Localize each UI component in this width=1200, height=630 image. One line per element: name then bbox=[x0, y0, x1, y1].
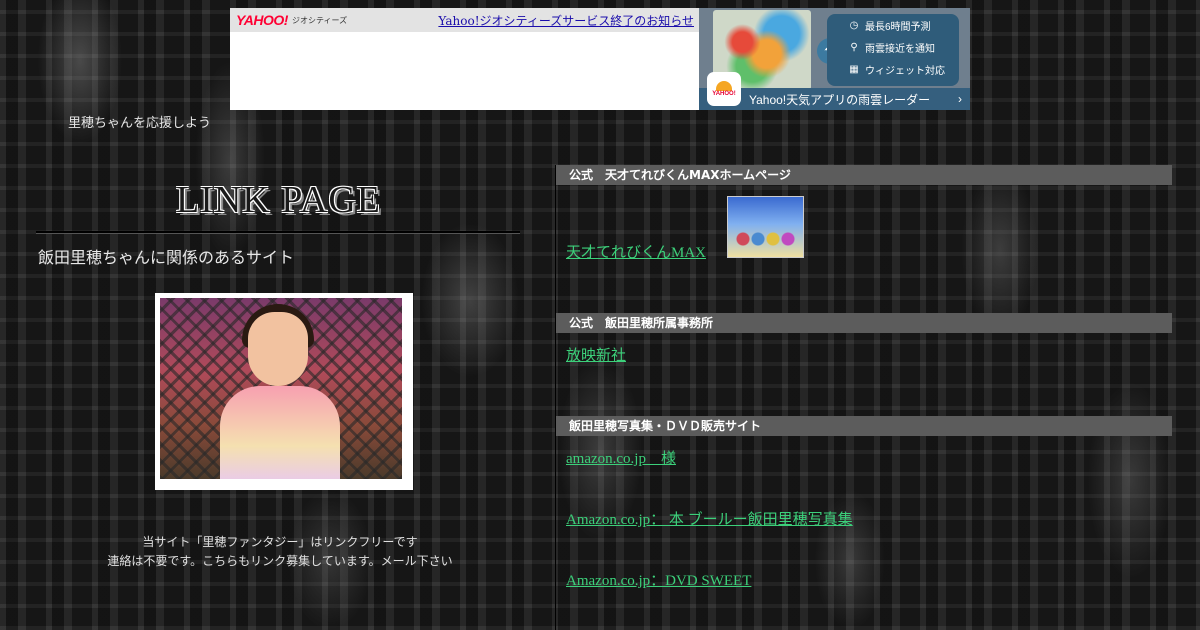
ad-feature-label: 雨雲接近を通知 bbox=[865, 43, 935, 55]
link-free-line-1: 当サイト「里穂ファンタジー」はリンクフリーです bbox=[142, 535, 418, 549]
ad-footer-label: Yahoo!天気アプリの雨雲レーダー bbox=[749, 92, 931, 107]
ad-feature-label: ウィジェット対応 bbox=[865, 65, 945, 77]
link-tensai-terebi-max[interactable]: 天才てれびくんMAX bbox=[566, 241, 706, 262]
link-amazon-dvd[interactable]: Amazon.co.jp：DVD SWEET bbox=[566, 569, 751, 590]
ad-feature-row: ▦ ウィジェット対応 bbox=[827, 58, 959, 80]
link-amazon[interactable]: amazon.co.jp 様 bbox=[566, 447, 676, 468]
pin-icon: ⚲ bbox=[850, 41, 858, 53]
banner-bar: YAHOO! ジオシティーズ Yahoo!ジオシティーズサービス終了のお知らせ bbox=[230, 8, 700, 32]
section-header-shop: 飯田里穂写真集・ＤＶＤ販売サイト bbox=[556, 416, 1172, 436]
ad-feature-row: ◷ 最長6時間予測 bbox=[827, 14, 959, 36]
ad-feature-panel: ◷ 最長6時間予測 ⚲ 雨雲接近を通知 ▦ ウィジェット対応 bbox=[827, 14, 959, 86]
yahoo-logo-text: YAHOO! bbox=[236, 12, 288, 28]
geocities-logo-text: ジオシティーズ bbox=[291, 15, 348, 25]
link-amazon-photobook[interactable]: Amazon.co.jp： 本 ブールー飯田里穂写真集 bbox=[566, 508, 853, 529]
weather-app-ad[interactable]: ☂ ◷ 最長6時間予測 ⚲ 雨雲接近を通知 ▦ ウィジェット対応 Yahoo!天… bbox=[699, 8, 970, 110]
geocities-banner: YAHOO! ジオシティーズ Yahoo!ジオシティーズサービス終了のお知らせ bbox=[230, 8, 700, 110]
link-agency[interactable]: 放映新社 bbox=[566, 344, 626, 365]
site-tagline: 里穂ちゃんを応援しよう bbox=[68, 116, 212, 131]
photo-image bbox=[160, 298, 402, 479]
chevron-right-icon: › bbox=[958, 92, 962, 106]
profile-photo bbox=[155, 293, 413, 490]
link-free-notice: 当サイト「里穂ファンタジー」はリンクフリーです 連絡は不要です。こちらもリンク募… bbox=[80, 533, 480, 571]
clock-icon: ◷ bbox=[849, 19, 859, 31]
section-header-agency: 公式 飯田里穂所属事務所 bbox=[556, 313, 1172, 333]
photo-body bbox=[220, 386, 340, 479]
page-title: LINK PAGE bbox=[176, 179, 381, 221]
link-free-line-2: 連絡は不要です。こちらもリンク募集しています。メール下さい bbox=[107, 554, 453, 568]
service-end-notice-link[interactable]: Yahoo!ジオシティーズサービス終了のお知らせ bbox=[438, 12, 694, 29]
widget-icon: ▦ bbox=[849, 63, 859, 75]
app-icon-label: YAHOO! bbox=[712, 91, 736, 97]
photo-face bbox=[248, 312, 308, 386]
ad-feature-label: 最長6時間予測 bbox=[865, 21, 931, 33]
page-subtitle: 飯田里穂ちゃんに関係のあるサイト bbox=[38, 248, 295, 267]
yahoo-geocities-logo[interactable]: YAHOO! ジオシティーズ bbox=[236, 13, 347, 27]
title-divider bbox=[36, 231, 520, 234]
ad-feature-row: ⚲ 雨雲接近を通知 bbox=[827, 36, 959, 58]
weather-app-icon: YAHOO! bbox=[707, 72, 741, 106]
column-divider bbox=[555, 165, 556, 630]
section-header-official-tv: 公式 天才てれびくんMAXホームページ bbox=[556, 165, 1172, 185]
sun-icon bbox=[716, 81, 732, 91]
tv-show-thumbnail[interactable] bbox=[727, 196, 804, 258]
